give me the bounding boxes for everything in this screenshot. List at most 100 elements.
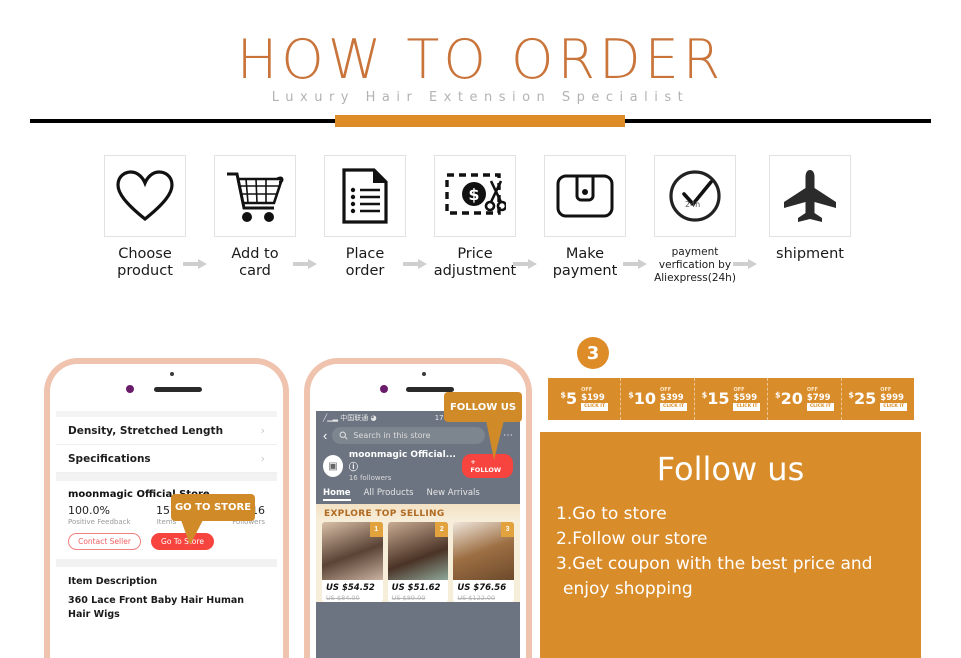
follow-step: 3.Get coupon with the best price and [556,554,873,574]
step-shipment: shipment [755,155,865,263]
product-rank-badge: 3 [501,522,515,537]
coupon-strip: $5 OFF $199 CLICK IT $10 OFF $399 CLICK … [548,378,914,420]
list-item[interactable]: Specifications › [56,445,277,473]
product-old-price: US $84.00 [326,594,360,602]
follow-us-panel: Follow us 1.Go to store 2.Follow our sto… [540,432,921,658]
phone-camera-icon [380,385,388,393]
coupon-amount: $25 [848,389,877,408]
page-header: HOW TO ORDER Luxury Hair Extension Speci… [0,0,961,135]
go-to-store-callout-tail [181,520,203,545]
follow-step: enjoy shopping [563,579,693,599]
cart-icon [227,172,284,222]
coupon-details: OFF $999 CLICK IT [880,386,908,411]
back-arrow-icon[interactable]: ‹ [323,428,327,443]
product-old-price: US $89.00 [391,594,426,602]
page-subtitle: Luxury Hair Extension Specialist [271,90,690,105]
coupon-click-button[interactable]: CLICK IT [581,403,609,411]
coupon-min-spend: $599 [733,392,758,403]
coupon-amount: $20 [775,389,803,408]
coupon-item[interactable]: $20 OFF $799 CLICK IT [768,378,842,420]
list-item-label: Specifications [68,452,151,465]
item-description-heading: Item Description [68,576,158,587]
coupon-min-spend: $799 [806,392,831,403]
explore-banner-title: EXPLORE TOP SELLING [316,504,520,522]
chevron-right-icon: › [260,424,265,437]
step-icon-box [324,155,406,237]
more-options-icon[interactable]: ⋯ [503,430,513,441]
header-divider-orange [335,115,625,127]
chevron-right-icon: › [260,452,265,465]
section-divider [56,559,277,567]
coupon-click-button[interactable]: CLICK IT [660,403,687,411]
step-icon-box [544,155,626,237]
product-rank-badge: 2 [435,522,449,537]
list-item-label: Density, Stretched Length [68,424,224,437]
coupon-item[interactable]: $15 OFF $599 CLICK IT [695,378,769,420]
clock-24h-text: 24h [685,200,700,209]
coupon-click-button[interactable]: CLICK IT [733,403,761,411]
section-divider [56,473,277,481]
search-icon [339,431,348,440]
item-description-text: 360 Lace Front Baby Hair Human Hair Wigs [68,595,245,620]
coupon-off-label: OFF [880,386,892,393]
coupon-amount: $5 [560,389,578,408]
coupon-item[interactable]: $10 OFF $399 CLICK IT [621,378,695,420]
product-old-price: US $122.00 [457,594,496,602]
coupon-details: OFF $399 CLICK IT [660,386,687,411]
product-card[interactable]: 3 US $76.56 US $122.00 [453,522,515,602]
wallet-icon [556,174,614,218]
follow-us-steps: 1.Go to store 2.Follow our store 3.Get c… [540,488,921,602]
store-info: moonmagic Official... ⓘ 16 followers [349,450,457,482]
phone-camera-icon [126,385,134,393]
coupon-click-button[interactable]: CLICK IT [806,403,834,411]
contact-seller-button[interactable]: Contact Seller [68,533,141,550]
product-image: 1 [322,522,383,580]
heart-icon [116,170,174,222]
coupon-item[interactable]: $5 OFF $199 CLICK IT [548,378,622,420]
product-image: 3 [453,522,515,580]
coupon-details: OFF $799 CLICK IT [806,386,834,411]
phone-sensor-icon [422,372,426,376]
order-steps: Choose product Add to card Place order $… [0,155,961,305]
step-icon-box [769,155,851,237]
step-label: shipment [776,246,844,262]
step-number-badge: 3 [577,337,609,369]
store-followers: 16 followers [348,474,392,482]
tab-home[interactable]: Home [323,488,351,501]
carrier-label: ╱▁▂ 中国联通 ◕ [323,414,377,422]
go-to-store-callout: GO TO STORE [171,494,255,521]
product-card[interactable]: 1 US $54.52 US $84.00 [322,522,383,602]
coupon-amount: $10 [628,389,657,408]
svg-text:$: $ [468,185,479,204]
tab-all-products[interactable]: All Products [364,488,414,501]
list-item[interactable]: Density, Stretched Length › [56,417,277,445]
coupon-click-button[interactable]: CLICK IT [880,403,908,411]
store-action-buttons: Contact Seller Go To Store [56,526,277,550]
left-phone-app-screen: Density, Stretched Length › Specificatio… [56,411,277,658]
step-icon-box: 24h [654,155,736,237]
document-icon [342,168,388,224]
coupon-item[interactable]: $25 OFF $999 CLICK IT [842,378,914,420]
follow-step: 1.Go to store [556,504,667,524]
search-input[interactable]: Search in this store [332,427,486,444]
product-price: US $76.56 [457,583,507,593]
airplane-icon [784,170,836,222]
coupon-min-spend: $999 [880,392,904,403]
coupon-min-spend: $399 [660,392,684,403]
product-card[interactable]: 2 US $51.62 US $89.00 [387,522,449,602]
coupon-details: OFF $199 CLICK IT [581,387,609,411]
search-placeholder: Search in this store [353,431,431,440]
coupon-amount: $15 [701,389,730,408]
product-rank-badge: 1 [369,522,383,537]
product-card-list: 1 US $54.52 US $84.00 2 US $51.62 US $89… [316,522,520,602]
product-image: 2 [387,522,449,580]
coupon-off-label: OFF [806,386,818,393]
follow-us-callout-tail [486,420,504,460]
tab-new-arrivals[interactable]: New Arrivals [427,488,480,501]
price-cut-icon: $ [445,173,506,215]
info-icon: ⓘ [348,463,358,473]
clock-check-icon: 24h [669,170,721,222]
step-icon-box: $ [434,155,516,237]
product-price: US $51.62 [391,583,441,593]
coupon-off-label: OFF [660,386,672,393]
